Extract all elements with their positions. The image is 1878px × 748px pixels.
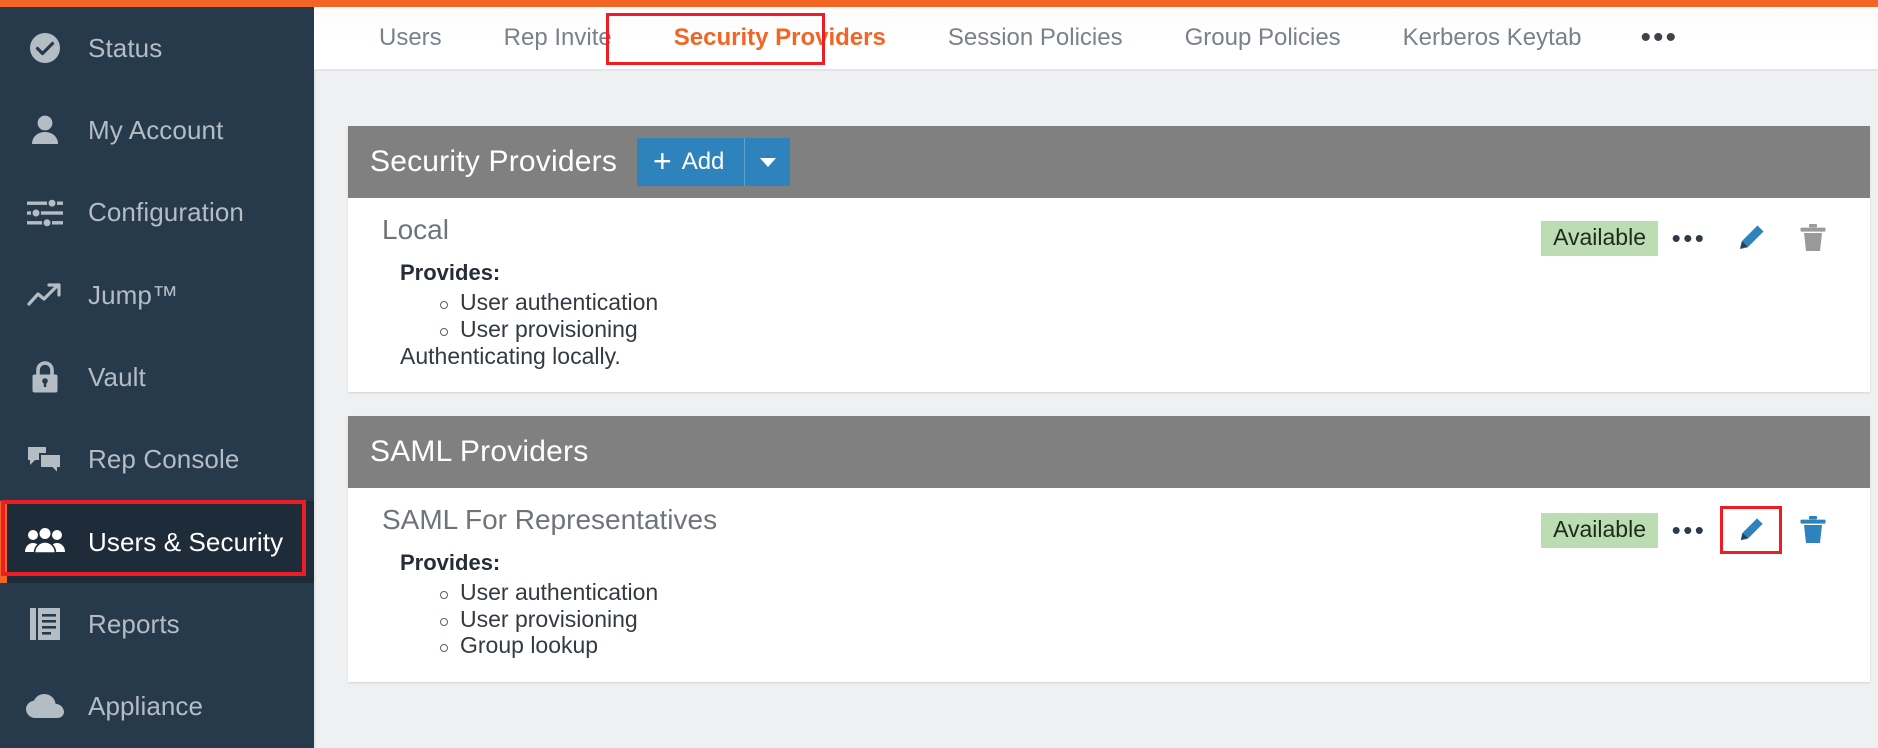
pencil-icon xyxy=(1736,223,1766,253)
sidebar-item-users-security[interactable]: Users & Security xyxy=(0,500,314,584)
trend-arrow-icon xyxy=(18,280,72,310)
delete-button[interactable] xyxy=(1782,216,1844,260)
content-left-edge xyxy=(314,7,316,748)
delete-button[interactable] xyxy=(1782,508,1844,552)
sidebar-item-label: Jump™ xyxy=(88,279,179,310)
sidebar-item-label: Rep Console xyxy=(88,444,240,475)
main-sidebar: Status My Account Configuration Jump™ Va… xyxy=(0,0,314,748)
sidebar-item-label: Appliance xyxy=(88,691,204,722)
page-content: Security Providers + Add Local Provides: xyxy=(314,71,1878,748)
list-item: User authentication xyxy=(438,580,1870,605)
security-providers-panel: Security Providers + Add Local Provides: xyxy=(348,126,1870,393)
list-item: Group lookup xyxy=(438,633,1870,658)
ellipsis-icon: ••• xyxy=(1671,515,1707,546)
add-dropdown-button[interactable] xyxy=(744,138,791,186)
sidebar-item-my-account[interactable]: My Account xyxy=(0,89,314,171)
provides-list: User authentication User provisioning Gr… xyxy=(438,580,1870,658)
provider-note: Authenticating locally. xyxy=(400,343,621,370)
check-circle-icon xyxy=(18,31,72,65)
tab-users[interactable]: Users xyxy=(348,6,473,70)
users-group-icon xyxy=(18,527,72,557)
provider-row: SAML For Representatives Provides: User … xyxy=(348,488,1870,682)
sidebar-item-label: Vault xyxy=(88,361,146,392)
report-document-icon xyxy=(18,606,72,642)
user-icon xyxy=(18,113,72,147)
status-badge: Available xyxy=(1541,220,1658,256)
ellipsis-icon: ••• xyxy=(1671,223,1707,253)
list-item: User provisioning xyxy=(438,316,1870,342)
tab-kerberos-keytab[interactable]: Kerberos Keytab xyxy=(1372,6,1613,70)
main-content-area: Users Rep Invite Security Providers Sess… xyxy=(314,0,1878,748)
provider-row: Local Provides: User authentication User… xyxy=(348,198,1870,392)
row-actions: Available ••• xyxy=(1541,506,1844,555)
add-button[interactable]: + Add xyxy=(637,138,745,186)
app-window: Status My Account Configuration Jump™ Va… xyxy=(0,0,1878,748)
sidebar-item-jump[interactable]: Jump™ xyxy=(0,254,314,336)
cloud-icon xyxy=(18,693,72,720)
sidebar-item-label: Configuration xyxy=(88,197,244,228)
edit-button[interactable] xyxy=(1720,506,1782,555)
sidebar-item-label: My Account xyxy=(88,114,224,145)
sidebar-item-vault[interactable]: Vault xyxy=(0,336,314,418)
sidebar-item-appliance[interactable]: Appliance xyxy=(0,666,314,748)
tab-rep-invite[interactable]: Rep Invite xyxy=(473,6,643,70)
saml-providers-panel: SAML Providers SAML For Representatives … xyxy=(348,416,1870,683)
sidebar-item-label: Status xyxy=(88,32,163,63)
row-actions: Available ••• xyxy=(1541,216,1844,260)
sidebar-item-status[interactable]: Status xyxy=(0,7,314,89)
tab-overflow-menu-icon[interactable]: ••• xyxy=(1612,18,1706,58)
pencil-icon xyxy=(1737,516,1765,544)
top-accent-bar xyxy=(0,0,1878,7)
sidebar-item-rep-console[interactable]: Rep Console xyxy=(0,419,314,501)
tab-security-providers[interactable]: Security Providers xyxy=(643,6,917,70)
edit-button[interactable] xyxy=(1720,216,1782,260)
chevron-down-icon xyxy=(759,157,776,167)
plus-icon: + xyxy=(653,143,672,179)
panel-header: SAML Providers xyxy=(348,416,1870,489)
sidebar-item-label: Users & Security xyxy=(88,526,284,557)
add-button-label: Add xyxy=(681,148,725,175)
tab-group-policies[interactable]: Group Policies xyxy=(1154,6,1372,70)
tab-bar: Users Rep Invite Security Providers Sess… xyxy=(314,7,1878,71)
provides-list: User authentication User provisioning xyxy=(438,290,1870,341)
saml-section-title: SAML Providers xyxy=(370,435,589,469)
panel-header: Security Providers + Add xyxy=(348,126,1870,198)
sidebar-item-label: Reports xyxy=(88,608,180,639)
chat-bubbles-icon xyxy=(18,444,72,476)
row-menu-button[interactable]: ••• xyxy=(1658,508,1720,552)
sliders-icon xyxy=(18,197,72,228)
sidebar-item-configuration[interactable]: Configuration xyxy=(0,172,314,254)
list-item: User authentication xyxy=(438,290,1870,315)
trash-icon xyxy=(1799,223,1827,253)
provides-label: Provides: xyxy=(400,260,501,285)
status-badge: Available xyxy=(1541,512,1658,548)
add-button-group: + Add xyxy=(637,138,791,186)
sidebar-item-reports[interactable]: Reports xyxy=(0,583,314,665)
row-menu-button[interactable]: ••• xyxy=(1658,216,1720,260)
page-title: Security Providers xyxy=(370,145,618,178)
trash-icon xyxy=(1799,515,1827,545)
tab-session-policies[interactable]: Session Policies xyxy=(917,6,1154,70)
lock-icon xyxy=(18,360,72,394)
list-item: User provisioning xyxy=(438,607,1870,632)
